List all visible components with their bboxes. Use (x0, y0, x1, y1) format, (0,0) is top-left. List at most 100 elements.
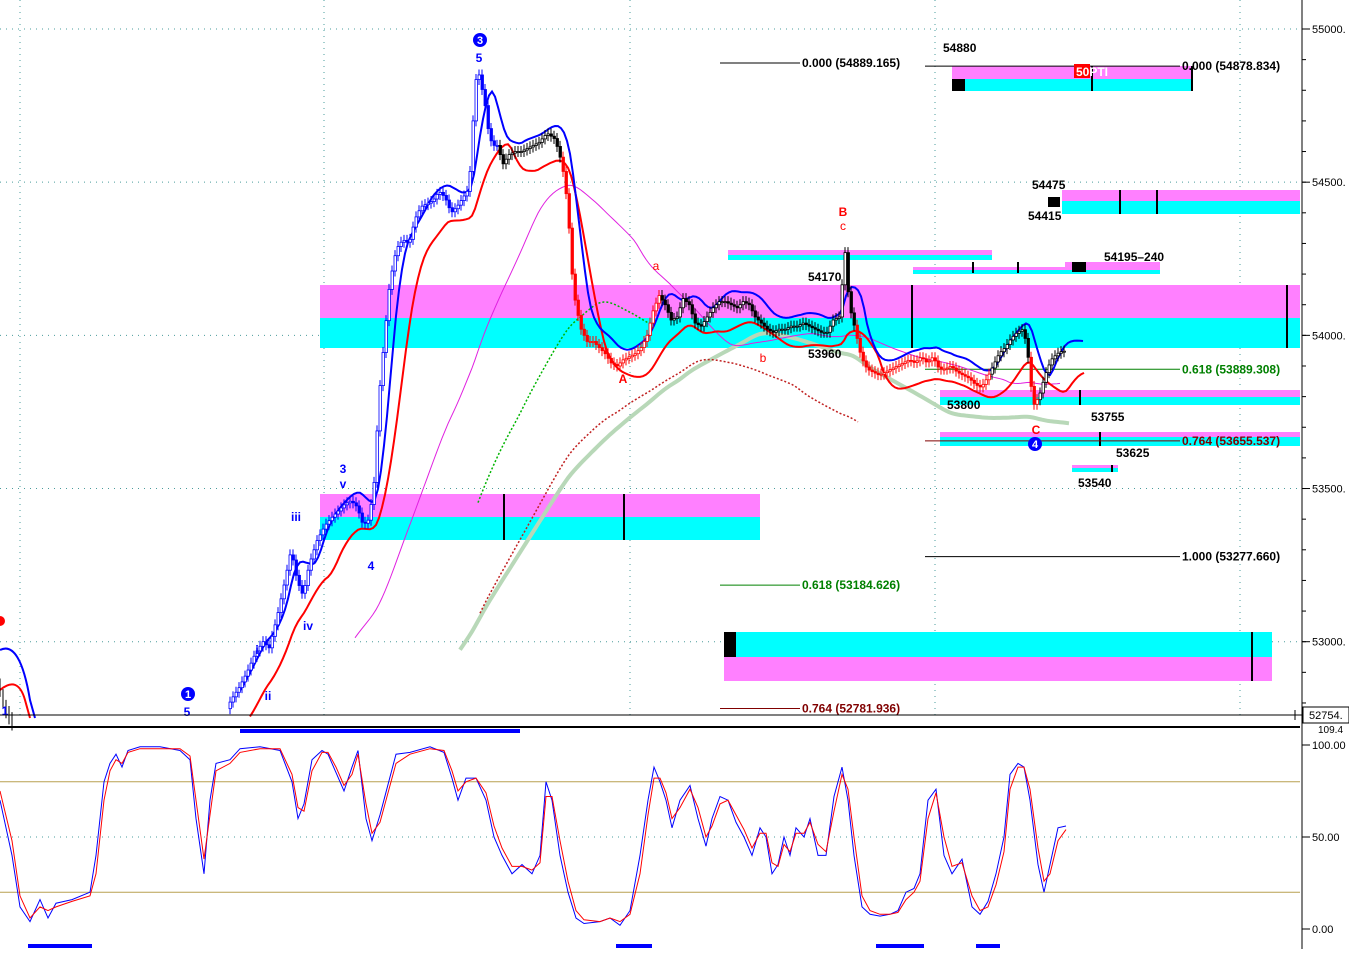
wave-label-red: C (1032, 423, 1041, 437)
candle-body (510, 152, 514, 156)
candle-body (441, 191, 445, 196)
candle-body (879, 373, 883, 376)
candle-body (741, 301, 745, 306)
osc-axis-label: 100.00 (1312, 740, 1346, 752)
candle-body (402, 239, 406, 243)
fib-label: 1.000 (53277.660) (1182, 550, 1280, 564)
candle-body (420, 205, 424, 212)
candle-body (513, 151, 517, 154)
price-label: 54195–240 (1104, 250, 1164, 264)
candle-body (501, 154, 505, 165)
osc-axis-label: 0.00 (1312, 924, 1333, 936)
candle-body (291, 554, 295, 561)
candle-body (498, 145, 502, 156)
candle-body (270, 635, 274, 649)
candle-body (390, 270, 394, 290)
candle-body (558, 146, 562, 158)
candle-body (465, 190, 469, 197)
candle-body (870, 369, 874, 373)
wave-label-blue: v (340, 477, 347, 491)
price-label: 54475 (1032, 178, 1066, 192)
candle-body (228, 701, 232, 710)
candle-body (855, 324, 859, 339)
chart-canvas: 0.000 (54889.165) 0.618 (53184.626) 0.764 … (0, 0, 1349, 949)
candle-body (645, 334, 649, 342)
candle-body (507, 154, 511, 160)
candle-body (1032, 386, 1036, 405)
candle-body (261, 641, 265, 647)
candle-body (915, 360, 919, 363)
candle-body (765, 325, 769, 330)
candle-body (1023, 329, 1027, 339)
candle-body (606, 353, 610, 359)
fib-label: 0.764 (52781.936) (802, 702, 900, 716)
candle-body (333, 513, 337, 518)
candle-body (468, 171, 472, 192)
candle-body (639, 347, 643, 352)
candle-body (408, 238, 412, 243)
candle-body (522, 149, 526, 152)
candle-body (723, 301, 727, 304)
candle-body (927, 360, 931, 363)
candle-body (318, 534, 322, 542)
candle-body (594, 341, 598, 345)
zone-cyan (1062, 201, 1300, 214)
candle-body (489, 128, 493, 142)
candle-body (555, 138, 559, 147)
candle-body (561, 156, 565, 172)
candle-body (903, 361, 907, 364)
wave-circle-label: 4 (1032, 439, 1039, 451)
candle-body (324, 523, 328, 530)
candle-body (450, 207, 454, 213)
candle-body (684, 298, 688, 303)
candle-body (918, 357, 922, 362)
candle-body (1026, 338, 1030, 358)
candle-body (573, 273, 577, 301)
candle-body (873, 371, 877, 374)
candle-body (369, 504, 373, 521)
zone-cyan (724, 632, 1272, 657)
candle-body (663, 299, 667, 306)
candle-body (669, 311, 673, 321)
candle-body (786, 327, 790, 330)
candle-body (1011, 335, 1015, 341)
candle-body (609, 357, 613, 364)
candle-body (534, 143, 538, 146)
candle-body (237, 687, 241, 693)
candle-body (393, 255, 397, 272)
candle-body (1050, 358, 1054, 366)
candle-body (867, 366, 871, 371)
candle-body (834, 318, 838, 321)
candle-body (342, 504, 346, 509)
candle-body (456, 204, 460, 210)
candle-body (288, 554, 292, 571)
price-label: 54880 (943, 41, 977, 55)
candle-body (747, 302, 751, 306)
wave-label-blue: 3 (340, 462, 347, 476)
candle-body (330, 516, 334, 522)
candle-body (570, 227, 574, 275)
candle-body (675, 316, 679, 319)
candle-body (819, 330, 823, 333)
candle-body (648, 322, 652, 336)
candle-body (828, 325, 832, 333)
osc-top-label: 109.4 (1318, 725, 1343, 736)
candle-body (714, 304, 718, 309)
candle-body (297, 574, 301, 586)
candle-body (276, 612, 280, 626)
candle-body (975, 382, 979, 386)
candle-body (849, 291, 853, 314)
zone-block (952, 79, 965, 91)
candle-body (282, 584, 286, 600)
candle-body (939, 366, 943, 370)
candle-body (972, 379, 976, 384)
candle-body (585, 334, 589, 342)
candle-body (711, 307, 715, 313)
candle-body (399, 241, 403, 247)
candle-body (384, 320, 388, 353)
price-label: 54415 (1028, 209, 1062, 223)
candle-body (309, 558, 313, 571)
candle-body (801, 322, 805, 326)
candle-body (966, 375, 970, 379)
candle-body (351, 500, 355, 504)
